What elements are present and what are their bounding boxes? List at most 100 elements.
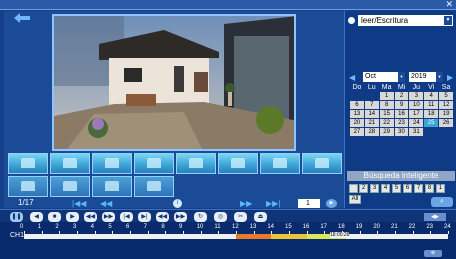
hour-label: 15 [285,224,292,230]
first-page-icon[interactable]: |◀◀ [72,199,86,208]
thumbnail[interactable] [8,176,48,197]
calendar-day[interactable]: 10 [409,101,424,109]
channel-button[interactable]: 7 [414,184,423,193]
recording-segment[interactable] [236,234,272,239]
stop-icon[interactable]: ■ [48,212,61,222]
calendar-day[interactable]: 21 [364,119,379,127]
snapshot-icon[interactable]: ◎ [214,212,227,222]
close-icon[interactable]: ✕ [445,0,453,10]
calendar-day[interactable]: 26 [439,119,454,127]
go-button[interactable]: ▶ [326,199,337,208]
save-icon[interactable]: ⏏ [254,212,267,222]
step-back-icon[interactable]: |◀ [120,212,133,222]
hour-label: 24 [444,224,451,230]
calendar-grid: Do Lu Ma Mi Ju Vi Sa 1 2 3 4 5 6 7 8 9 10 11 12 13 14… [350,84,454,136]
slow-forward-icon[interactable]: ▶▶ [102,212,115,222]
calendar-day[interactable]: 31 [409,128,424,136]
channel-button[interactable]: 3 [370,184,379,193]
channel-button[interactable]: 2 [359,184,368,193]
timeline-track[interactable] [24,234,448,239]
back-arrow-icon[interactable] [12,12,32,24]
calendar-day[interactable]: 19 [439,110,454,118]
channel-checkbox[interactable] [349,184,358,193]
calendar-day[interactable]: 14 [364,110,379,118]
prev-page-icon[interactable]: ◀◀ [100,199,112,208]
hour-label: 5 [108,224,112,230]
video-preview[interactable] [52,14,296,151]
chevron-down-icon: ▼ [398,72,405,82]
thumbnail[interactable] [218,153,258,174]
calendar-day[interactable]: 22 [379,119,394,127]
calendar-day[interactable]: 20 [350,119,364,127]
month-select[interactable]: Oct ▼ [363,72,405,82]
step-forward-icon[interactable]: ▶| [138,212,151,222]
rewind-icon[interactable]: ◀ [30,212,43,222]
prev-month-icon[interactable]: ◀ [349,73,355,82]
clip-icon[interactable]: ✂ [234,212,247,222]
calendar-day[interactable]: 11 [424,101,439,109]
hour-label: 18 [338,224,345,230]
pause-icon[interactable]: ❚❚ [10,212,23,222]
calendar-day[interactable]: 27 [350,128,364,136]
hour-label: 2 [55,224,59,230]
channel-button[interactable]: 4 [381,184,390,193]
smart-search-button[interactable]: Búsqueda inteligente [347,171,455,181]
thumbnail[interactable] [50,153,90,174]
hour-label: 12 [232,224,239,230]
thumbnail[interactable] [92,153,132,174]
recording-segment[interactable] [271,234,307,239]
calendar-day[interactable]: 7 [364,101,379,109]
thumbnail[interactable] [176,153,216,174]
calendar-day[interactable]: 2 [394,92,409,100]
thumbnail[interactable] [260,153,300,174]
thumbnail[interactable] [8,153,48,174]
channel-button[interactable]: 1 [436,184,445,193]
calendar-day[interactable]: 3 [409,92,424,100]
page-input[interactable]: 1 [298,199,320,208]
channel-button[interactable]: 8 [425,184,434,193]
search-button[interactable]: ⌕ [431,197,453,207]
slow-backward-icon[interactable]: ◀◀ [84,212,97,222]
calendar-day[interactable]: 28 [364,128,379,136]
timeline[interactable]: 0 1 2 3 4 5 6 7 8 9 10 11 12 13 14 15 16 17 18 19 20 21 22 23 24… [0,222,456,259]
hour-label: 16 [302,224,310,230]
calendar-day[interactable]: 6 [350,101,364,109]
mode-select[interactable]: leer/Escritura ▼ [358,15,453,26]
channel-button[interactable]: 6 [403,184,412,193]
calendar-day[interactable]: 4 [424,92,439,100]
calendar-day[interactable]: 1 [379,92,394,100]
thumbnail[interactable] [50,176,90,197]
calendar-day[interactable]: 13 [350,110,364,118]
info-icon[interactable]: i [173,199,182,208]
calendar-day[interactable]: 23 [394,119,409,127]
calendar-day[interactable]: 16 [394,110,409,118]
channel-all-button[interactable]: All [349,195,361,204]
calendar-day[interactable]: 25 [424,119,439,127]
calendar-day[interactable]: 12 [439,101,454,109]
play-icon[interactable]: ▶ [66,212,79,222]
thumbnail[interactable] [134,153,174,174]
next-page-icon[interactable]: ▶▶ [240,199,252,208]
year-select[interactable]: 2019 ▼ [409,72,443,82]
channel-button[interactable]: 5 [392,184,401,193]
repeat-icon[interactable]: ↻ [194,212,207,222]
thumbnail[interactable] [302,153,342,174]
collapse-button[interactable]: ◀▶ [424,213,446,221]
calendar-day[interactable]: 24 [409,119,424,127]
calendar-day[interactable]: 18 [424,110,439,118]
mode-radio[interactable] [348,17,355,24]
calendar-day[interactable]: 29 [379,128,394,136]
calendar-day[interactable]: 8 [379,101,394,109]
next-month-icon[interactable]: ▶ [447,73,453,82]
prev-record-icon[interactable]: ◀◀ [156,212,169,222]
calendar-day[interactable]: 9 [394,101,409,109]
calendar-day[interactable]: 17 [409,110,424,118]
zoom-button[interactable]: ⊕ [424,250,442,257]
calendar-day[interactable]: 15 [379,110,394,118]
thumbnail[interactable] [134,176,174,197]
calendar-day[interactable]: 5 [439,92,454,100]
last-page-icon[interactable]: ▶▶| [266,199,280,208]
thumbnail[interactable] [92,176,132,197]
calendar-day[interactable]: 30 [394,128,409,136]
next-record-icon[interactable]: ▶▶ [174,212,187,222]
